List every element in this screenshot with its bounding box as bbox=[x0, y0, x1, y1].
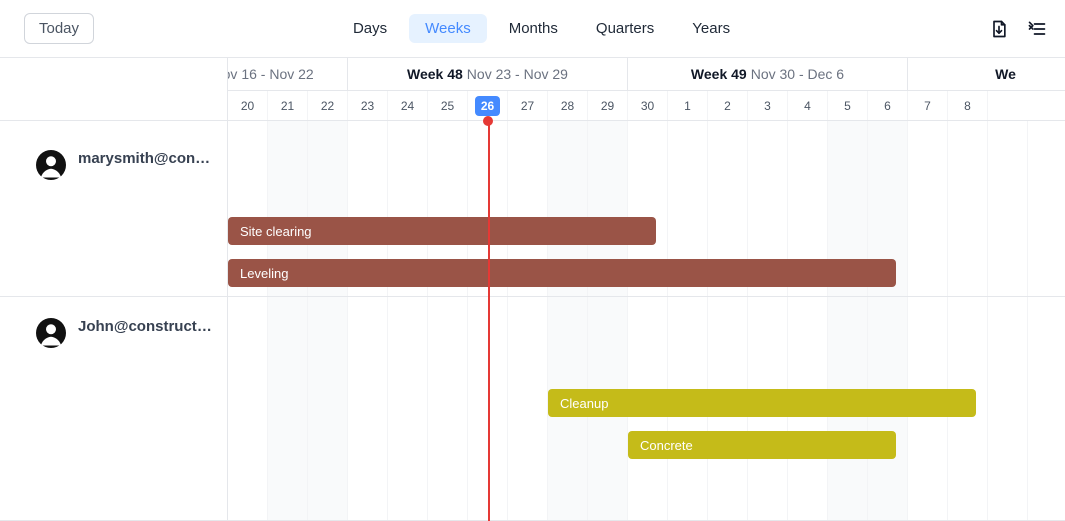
task-bar[interactable]: Site clearing bbox=[228, 217, 656, 245]
grid-column bbox=[1028, 297, 1065, 520]
day-number: 22 bbox=[321, 99, 334, 113]
day-header[interactable]: 5 bbox=[828, 91, 868, 120]
tab-days[interactable]: Days bbox=[337, 14, 403, 43]
day-header[interactable]: 25 bbox=[428, 91, 468, 120]
day-header[interactable]: 27 bbox=[508, 91, 548, 120]
day-number: 7 bbox=[924, 99, 931, 113]
week-number: Week 48 bbox=[407, 66, 463, 82]
grid-column bbox=[348, 297, 388, 520]
task-label: Cleanup bbox=[560, 396, 608, 411]
day-header[interactable]: 8 bbox=[948, 91, 988, 120]
day-header[interactable]: 24 bbox=[388, 91, 428, 120]
task-bar[interactable]: Concrete bbox=[628, 431, 896, 459]
sidebar-header-spacer bbox=[0, 58, 227, 121]
week-range: Nov 30 - Dec 6 bbox=[751, 66, 844, 82]
week-number: We bbox=[995, 66, 1016, 82]
today-line bbox=[488, 121, 490, 521]
grid-column bbox=[948, 121, 988, 296]
collapse-icon[interactable] bbox=[1027, 19, 1047, 39]
day-header[interactable]: 7 bbox=[908, 91, 948, 120]
week-header: Week 48 Nov 23 - Nov 29 bbox=[348, 58, 628, 90]
day-number: 29 bbox=[601, 99, 614, 113]
grid-column bbox=[228, 297, 268, 520]
tab-years[interactable]: Years bbox=[676, 14, 746, 43]
day-header[interactable]: 30 bbox=[628, 91, 668, 120]
today-dot-icon bbox=[483, 116, 493, 126]
tab-weeks[interactable]: Weeks bbox=[409, 14, 487, 43]
day-number: 24 bbox=[401, 99, 414, 113]
grid-column bbox=[308, 297, 348, 520]
grid-column bbox=[268, 297, 308, 520]
day-number: 21 bbox=[281, 99, 294, 113]
grid-column bbox=[428, 297, 468, 520]
resource-row[interactable]: marysmith@constr… bbox=[0, 121, 227, 297]
view-tabs: Days Weeks Months Quarters Years bbox=[337, 14, 746, 43]
grid-column bbox=[388, 297, 428, 520]
avatar-icon bbox=[36, 150, 66, 180]
avatar-icon bbox=[36, 318, 66, 348]
day-header[interactable]: 23 bbox=[348, 91, 388, 120]
grid-column bbox=[508, 297, 548, 520]
tab-months[interactable]: Months bbox=[493, 14, 574, 43]
top-toolbar: Today Days Weeks Months Quarters Years bbox=[0, 0, 1065, 58]
day-number: 20 bbox=[241, 99, 254, 113]
day-number: 8 bbox=[964, 99, 971, 113]
week-range: Nov 16 - Nov 22 bbox=[228, 66, 314, 82]
resource-name: marysmith@constr… bbox=[78, 150, 215, 167]
day-number: 25 bbox=[441, 99, 454, 113]
day-number: 2 bbox=[724, 99, 731, 113]
day-number: 4 bbox=[804, 99, 811, 113]
day-number: 26 bbox=[475, 96, 500, 116]
day-header[interactable]: 2 bbox=[708, 91, 748, 120]
day-header[interactable]: 21 bbox=[268, 91, 308, 120]
toolbar-right bbox=[989, 19, 1047, 39]
day-header[interactable]: 29 bbox=[588, 91, 628, 120]
day-number: 30 bbox=[641, 99, 654, 113]
day-number: 28 bbox=[561, 99, 574, 113]
day-number: 3 bbox=[764, 99, 771, 113]
grid-column bbox=[908, 121, 948, 296]
today-button[interactable]: Today bbox=[24, 13, 94, 44]
task-bar[interactable]: Cleanup bbox=[548, 389, 976, 417]
day-header[interactable]: 4 bbox=[788, 91, 828, 120]
timeline-row[interactable]: Site clearing Leveling bbox=[228, 121, 1065, 297]
day-number: 27 bbox=[521, 99, 534, 113]
day-number: 6 bbox=[884, 99, 891, 113]
week-number: Week 49 bbox=[691, 66, 747, 82]
task-label: Concrete bbox=[640, 438, 693, 453]
task-label: Leveling bbox=[240, 266, 288, 281]
timeline-row[interactable]: Cleanup Concrete bbox=[228, 297, 1065, 521]
day-header[interactable]: 6 bbox=[868, 91, 908, 120]
resource-row[interactable]: John@construction.… bbox=[0, 297, 227, 521]
task-bar[interactable]: Leveling bbox=[228, 259, 896, 287]
day-header[interactable]: 22 bbox=[308, 91, 348, 120]
week-header: Week 49 Nov 30 - Dec 6 bbox=[628, 58, 908, 90]
week-range: Nov 23 - Nov 29 bbox=[467, 66, 568, 82]
week-headers: k 47 Nov 16 - Nov 22Week 48 Nov 23 - Nov… bbox=[228, 58, 1065, 91]
week-header: We bbox=[908, 58, 1065, 90]
day-number: 23 bbox=[361, 99, 374, 113]
grid-column bbox=[988, 121, 1028, 296]
day-header[interactable]: 28 bbox=[548, 91, 588, 120]
grid-column bbox=[1028, 121, 1065, 296]
tab-quarters[interactable]: Quarters bbox=[580, 14, 670, 43]
export-icon[interactable] bbox=[989, 19, 1009, 39]
grid-column bbox=[988, 297, 1028, 520]
resource-name: John@construction.… bbox=[78, 318, 215, 335]
day-number: 5 bbox=[844, 99, 851, 113]
day-header[interactable]: 20 bbox=[228, 91, 268, 120]
day-headers: 1819202122232425262728293012345678 bbox=[228, 91, 1065, 121]
week-header: k 47 Nov 16 - Nov 22 bbox=[228, 58, 348, 90]
day-header[interactable]: 3 bbox=[748, 91, 788, 120]
timeline[interactable]: k 47 Nov 16 - Nov 22Week 48 Nov 23 - Nov… bbox=[228, 58, 1065, 521]
task-label: Site clearing bbox=[240, 224, 312, 239]
day-header[interactable]: 1 bbox=[668, 91, 708, 120]
resource-sidebar: marysmith@constr… John@construction.… bbox=[0, 58, 228, 521]
day-number: 1 bbox=[684, 99, 691, 113]
